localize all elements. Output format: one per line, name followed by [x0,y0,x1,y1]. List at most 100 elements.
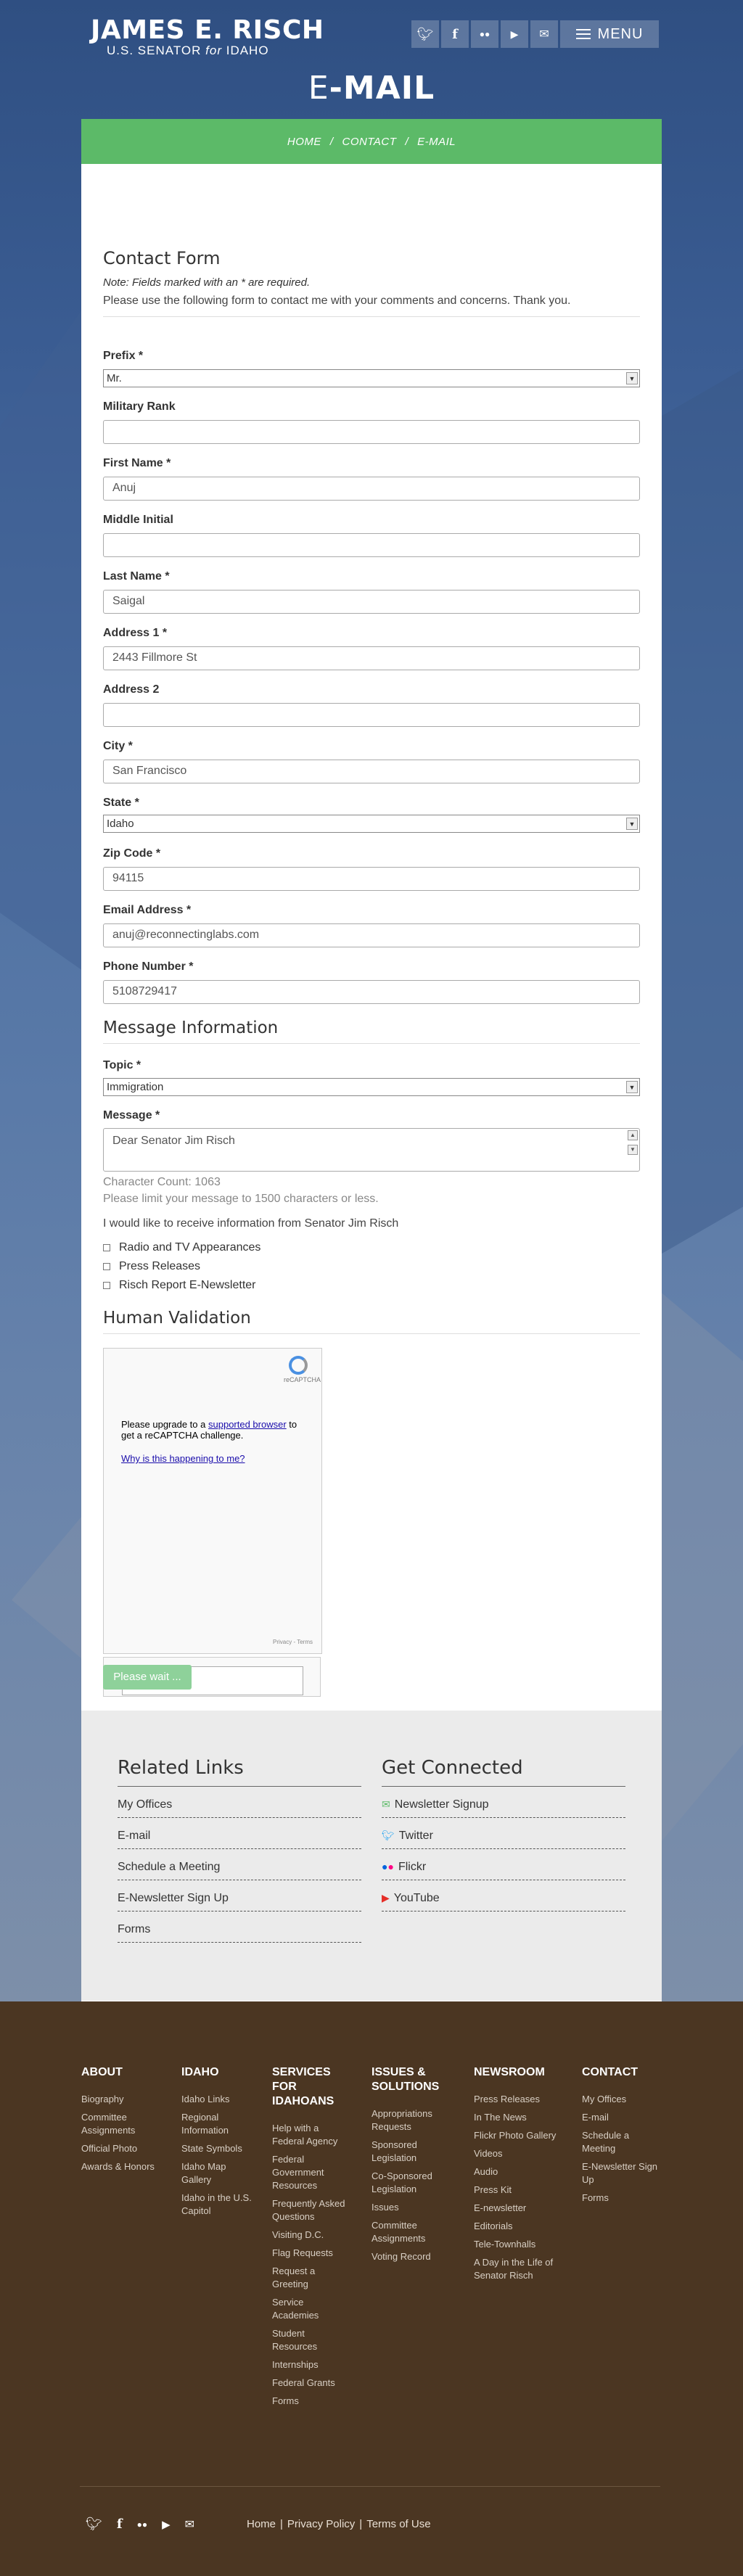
footer-link[interactable]: E-mail [582,2111,662,2124]
footer-link[interactable]: Official Photo [81,2142,168,2155]
footer-link[interactable]: Committee Assignments [372,2219,455,2245]
footer-link[interactable]: Visiting D.C. [272,2229,352,2242]
why-link[interactable]: Why is this happening to me? [121,1453,245,1464]
military-rank-field[interactable] [103,420,640,444]
checkbox[interactable] [103,1263,110,1270]
site-logo[interactable]: JAMES E. RISCH U.S. SENATOR for IDAHO [91,17,324,58]
footer-link[interactable]: Forms [272,2395,352,2408]
privacy-terms-link[interactable]: Privacy - Terms [273,1639,313,1645]
option-press-releases[interactable]: Press Releases [103,1260,200,1273]
first-name-field[interactable]: Anuj [103,477,640,501]
state-select[interactable]: Idaho ▼ [103,815,640,833]
footer-link[interactable]: Federal Government Resources [272,2153,352,2192]
footer-link[interactable]: Press Kit [474,2184,561,2197]
footer-link[interactable]: In The News [474,2111,561,2124]
footer-link[interactable]: E-newsletter [474,2202,561,2215]
twitter-icon[interactable]: 🐦︎ [411,20,439,48]
divider [103,316,640,317]
menu-button[interactable]: MENU [560,20,659,48]
footer-link[interactable]: Idaho Links [181,2093,254,2106]
footer-link[interactable]: Frequently Asked Questions [272,2197,352,2223]
footer-link[interactable]: Forms [582,2192,662,2205]
footer-link[interactable]: Editorials [474,2220,561,2233]
footer-link[interactable]: Issues [372,2201,455,2214]
footer-link[interactable]: Press Releases [474,2093,561,2106]
twitter-link[interactable]: 🐦︎ Twitter [382,1818,625,1849]
scroll-down-icon[interactable]: ▼ [628,1145,638,1155]
terms-of-use-link[interactable]: Terms of Use [366,2518,430,2530]
flickr-link[interactable]: ●● Flickr [382,1849,625,1880]
footer-link[interactable]: Appropriations Requests [372,2107,455,2133]
footer-link[interactable]: Schedule a Meeting [582,2129,662,2155]
scroll-up-icon[interactable]: ▲ [628,1130,638,1140]
footer-link[interactable]: Request a Greeting [272,2265,352,2291]
footer-link[interactable]: Idaho in the U.S. Capitol [181,2192,254,2218]
related-link[interactable]: Forms [118,1912,361,1943]
link-label: YouTube [393,1892,440,1904]
flickr-icon[interactable]: ●● [471,20,498,48]
footer-link[interactable]: Idaho Map Gallery [181,2160,254,2186]
footer-col-title: IDAHO [181,2066,219,2078]
footer-link[interactable]: Biography [81,2093,168,2106]
last-name-field[interactable]: Saigal [103,590,640,614]
footer-link[interactable]: Service Academies [272,2296,352,2322]
related-link[interactable]: My Offices [118,1787,361,1818]
footer-link[interactable]: Sponsored Legislation [372,2139,455,2165]
footer-link[interactable]: Flag Requests [272,2247,352,2260]
city-field[interactable]: San Francisco [103,760,640,783]
home-link[interactable]: Home [247,2518,276,2530]
option-newsletter[interactable]: Risch Report E-Newsletter [103,1279,256,1292]
facebook-icon[interactable]: f [117,2517,123,2532]
footer-link[interactable]: A Day in the Life of Senator Risch [474,2256,561,2282]
textarea-scrollbar[interactable]: ▲ ▼ [628,1130,638,1169]
footer-link[interactable]: Voting Record [372,2250,455,2263]
privacy-policy-link[interactable]: Privacy Policy [287,2518,355,2530]
footer-link[interactable]: Tele-Townhalls [474,2238,561,2251]
email-icon[interactable]: ✉ [185,2517,194,2532]
related-link[interactable]: E-Newsletter Sign Up [118,1880,361,1912]
footer-link[interactable]: Help with a Federal Agency [272,2122,352,2148]
footer-link[interactable]: My Offices [582,2093,662,2106]
flickr-icon[interactable]: ●● [137,2519,148,2530]
middle-initial-field[interactable] [103,533,640,557]
footer-link[interactable]: Committee Assignments [81,2111,168,2137]
address2-field[interactable] [103,703,640,727]
footer-link[interactable]: Flickr Photo Gallery [474,2129,561,2142]
youtube-icon[interactable]: ▶ [162,2518,171,2531]
related-link[interactable]: Schedule a Meeting [118,1849,361,1880]
footer-link[interactable]: Federal Grants [272,2377,352,2390]
legal-separator: | [280,2518,283,2530]
phone-field[interactable]: 5108729417 [103,980,640,1004]
supported-browser-link[interactable]: supported browser [208,1419,287,1430]
twitter-icon[interactable]: 🐦︎ [86,2517,102,2532]
checkbox[interactable] [103,1244,110,1251]
youtube-link[interactable]: ▶ YouTube [382,1880,625,1912]
email-icon[interactable]: ✉ [530,20,558,48]
youtube-icon[interactable]: ▶ [501,20,528,48]
recaptcha-widget[interactable]: reCAPTCHA Please upgrade to a supported … [103,1348,322,1654]
footer-link[interactable]: Videos [474,2147,561,2160]
breadcrumb-home[interactable]: HOME [287,136,321,148]
message-textarea[interactable]: Dear Senator Jim Risch ▲ ▼ [103,1128,640,1172]
related-link[interactable]: E-mail [118,1818,361,1849]
address1-field[interactable]: 2443 Fillmore St [103,646,640,670]
checkbox[interactable] [103,1282,110,1289]
topic-select[interactable]: Immigration ▼ [103,1078,640,1096]
breadcrumb-contact[interactable]: CONTACT [342,136,397,148]
zip-field[interactable]: 94115 [103,867,640,891]
facebook-icon[interactable]: f [441,20,469,48]
prefix-select[interactable]: Mr. ▼ [103,369,640,387]
footer-link[interactable]: Internships [272,2358,352,2371]
option-radio-tv[interactable]: Radio and TV Appearances [103,1241,260,1254]
breadcrumb-email[interactable]: E-MAIL [417,136,456,148]
footer-link[interactable]: Audio [474,2165,561,2178]
submit-button[interactable]: Please wait ... [103,1665,192,1690]
footer-link[interactable]: Co-Sponsored Legislation [372,2170,455,2196]
email-field[interactable]: anuj@reconnectinglabs.com [103,923,640,947]
footer-link[interactable]: E-Newsletter Sign Up [582,2160,662,2186]
footer-link[interactable]: Regional Information [181,2111,254,2137]
footer-link[interactable]: Awards & Honors [81,2160,168,2173]
footer-link[interactable]: State Symbols [181,2142,254,2155]
newsletter-signup-link[interactable]: ✉ Newsletter Signup [382,1787,625,1818]
footer-link[interactable]: Student Resources [272,2327,352,2353]
